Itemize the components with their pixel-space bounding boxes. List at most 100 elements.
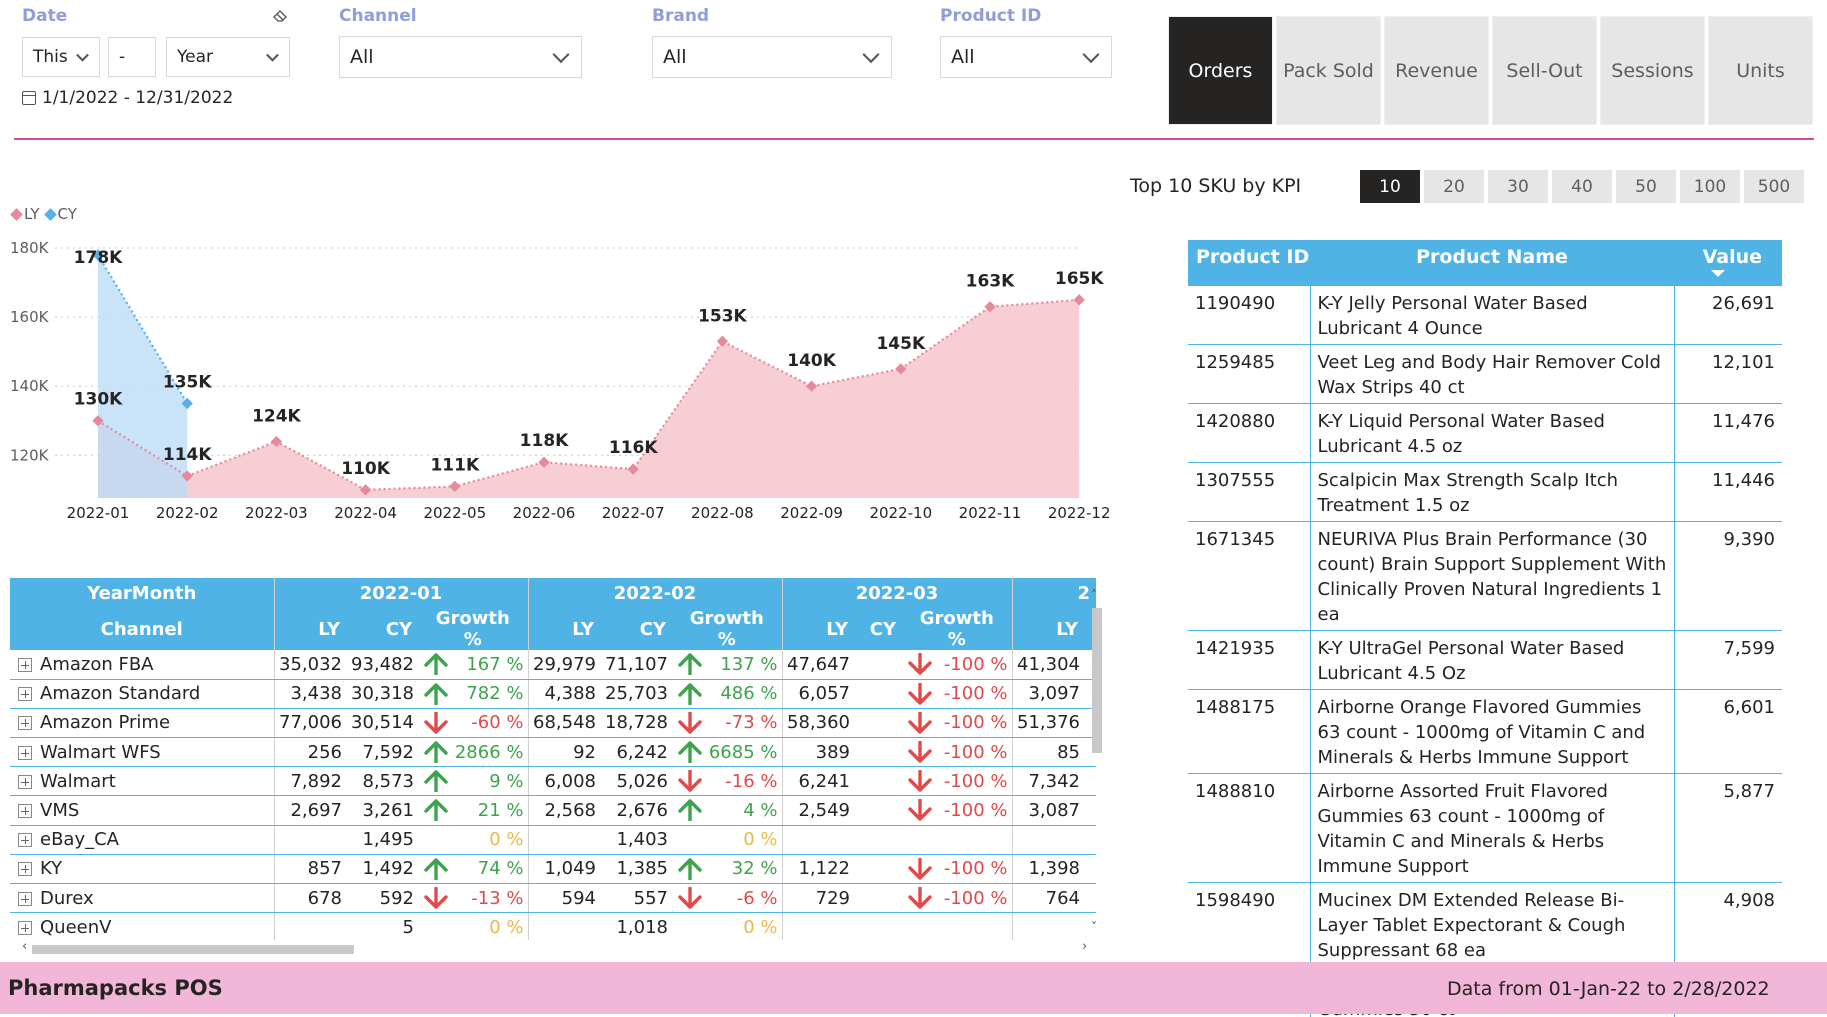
matrix-header-measure[interactable]: CY: [600, 608, 672, 650]
matrix-header-month[interactable]: 2022-01: [274, 578, 529, 608]
matrix-channel-cell[interactable]: Durex: [10, 883, 275, 914]
matrix-header-measure[interactable]: LY: [528, 608, 600, 650]
sku-product-name: K-Y Liquid Personal Water Based Lubrican…: [1310, 403, 1675, 463]
sku-row[interactable]: 1671345 NEURIVA Plus Brain Performance (3…: [1188, 521, 1782, 631]
matrix-channel-cell[interactable]: Amazon FBA: [10, 650, 275, 680]
scroll-right-icon[interactable]: ›: [1082, 939, 1087, 954]
sku-row[interactable]: 1190490 K-Y Jelly Personal Water Based Lu…: [1188, 286, 1782, 345]
matrix-row[interactable]: KY 857 1,492 74 % 1,049 1,385 32 % 1,122 -100 % 1…: [10, 854, 1096, 885]
channel-dropdown[interactable]: All: [339, 36, 582, 78]
expand-plus-icon[interactable]: [18, 745, 32, 760]
expand-plus-icon[interactable]: [18, 804, 32, 819]
sku-row[interactable]: 1259485 Veet Leg and Body Hair Remover Co…: [1188, 344, 1782, 404]
expand-plus-icon[interactable]: [18, 862, 32, 877]
kpi-tab-orders[interactable]: Orders: [1168, 16, 1273, 125]
sku-header-value[interactable]: Value: [1674, 240, 1782, 286]
date-relative-dropdown[interactable]: This: [22, 37, 100, 77]
channel-label: VMS: [40, 800, 80, 822]
matrix-channel-cell[interactable]: Amazon Standard: [10, 679, 275, 709]
clear-filter-icon[interactable]: [272, 8, 288, 22]
scroll-down-icon[interactable]: ˅: [1091, 920, 1097, 934]
matrix-header-measure[interactable]: Growth %: [418, 608, 529, 650]
arrow-up-icon: [678, 741, 702, 764]
top-n-option-10[interactable]: 10: [1360, 170, 1420, 203]
sku-row[interactable]: 1598490 Mucinex DM Extended Release Bi-La…: [1188, 882, 1782, 967]
matrix-header-month[interactable]: 2022-02: [528, 578, 783, 608]
matrix-row[interactable]: Walmart 7,892 8,573 9 % 6,008 5,026 -16 % 6,241…: [10, 766, 1096, 797]
date-count-input[interactable]: -: [108, 37, 156, 77]
matrix-channel-cell[interactable]: Walmart WFS: [10, 737, 275, 768]
sku-row[interactable]: 1420880 K-Y Liquid Personal Water Based L…: [1188, 403, 1782, 463]
matrix-row[interactable]: VMS 2,697 3,261 21 % 2,568 2,676 4 % 2,549 -100 …: [10, 795, 1096, 826]
top-n-option-20[interactable]: 20: [1424, 170, 1484, 203]
matrix-row[interactable]: QueenV 5 0 % 1,018 0 %: [10, 912, 1096, 940]
matrix-header-measure[interactable]: LY: [274, 608, 346, 650]
matrix-channel-cell[interactable]: VMS: [10, 795, 275, 826]
matrix-header-measure[interactable]: Growth %: [672, 608, 783, 650]
expand-plus-icon[interactable]: [18, 687, 32, 702]
brand-dropdown[interactable]: All: [652, 36, 892, 78]
scrollbar-thumb[interactable]: [32, 945, 354, 954]
top-n-label: 500: [1757, 176, 1791, 197]
matrix-header-channel[interactable]: Channel: [10, 608, 275, 650]
growth-value: 9 %: [489, 770, 524, 792]
sku-header-product-name[interactable]: Product Name: [1310, 240, 1674, 286]
top-n-option-500[interactable]: 500: [1744, 170, 1804, 203]
matrix-header-measure[interactable]: LY: [1012, 608, 1084, 650]
expand-plus-icon[interactable]: [18, 716, 32, 731]
matrix-row[interactable]: Amazon Prime 77,006 30,514 -60 % 68,548 18,72…: [10, 708, 1096, 739]
kpi-tab-units[interactable]: Units: [1708, 16, 1813, 125]
top-n-option-40[interactable]: 40: [1552, 170, 1612, 203]
growth-cell: -100 %: [902, 883, 1013, 914]
matrix-row[interactable]: Amazon FBA 35,032 93,482 167 % 29,979 71,107 1…: [10, 650, 1096, 680]
matrix-channel-cell[interactable]: QueenV: [10, 912, 275, 940]
matrix-header-month[interactable]: 2022-03: [782, 578, 1013, 608]
expand-plus-icon[interactable]: [18, 833, 32, 848]
sku-product-name: Veet Leg and Body Hair Remover Cold Wax …: [1310, 344, 1675, 404]
matrix-header-measure[interactable]: Growth %: [902, 608, 1013, 650]
top-n-option-50[interactable]: 50: [1616, 170, 1676, 203]
date-unit-value: Year: [177, 47, 213, 67]
matrix-value-cell: [854, 825, 902, 855]
matrix-channel-cell[interactable]: Walmart: [10, 766, 275, 797]
sku-row[interactable]: 1488175 Airborne Orange Flavored Gummies …: [1188, 689, 1782, 774]
matrix-channel-cell[interactable]: eBay_CA: [10, 825, 275, 855]
sku-row[interactable]: 1307555 Scalpicin Max Strength Scalp Itch…: [1188, 462, 1782, 522]
top-n-option-100[interactable]: 100: [1680, 170, 1740, 203]
kpi-tab-pack-sold[interactable]: Pack Sold: [1276, 16, 1381, 125]
matrix-row[interactable]: Amazon Standard 3,438 30,318 782 % 4,388 25,7…: [10, 679, 1096, 709]
matrix-row[interactable]: Durex 678 592 -13 % 594 557 -6 % 729 -100 % 764: [10, 883, 1096, 914]
matrix-header-month[interactable]: 2: [1012, 578, 1096, 608]
kpi-tab-revenue[interactable]: Revenue: [1384, 16, 1489, 125]
kpi-tab-sell-out[interactable]: Sell-Out: [1492, 16, 1597, 125]
growth-value: 74 %: [477, 858, 524, 880]
matrix-horizontal-scrollbar[interactable]: ‹ ›: [10, 939, 1090, 956]
channel-label: KY: [40, 858, 63, 880]
matrix-channel-cell[interactable]: Amazon Prime: [10, 708, 275, 739]
sku-row[interactable]: 1488810 Airborne Assorted Fruit Flavored …: [1188, 773, 1782, 883]
sort-descending-icon: [1711, 270, 1725, 277]
matrix-vertical-scrollbar[interactable]: ˄ ˅: [1090, 588, 1104, 938]
date-unit-dropdown[interactable]: Year: [166, 37, 290, 77]
matrix-header-measure[interactable]: CY: [854, 608, 902, 650]
matrix-header-measure[interactable]: LY: [782, 608, 854, 650]
matrix-header-measure[interactable]: CY: [346, 608, 418, 650]
kpi-tab-sessions[interactable]: Sessions: [1600, 16, 1705, 125]
expand-plus-icon[interactable]: [18, 774, 32, 789]
sku-header-product-id[interactable]: Product ID: [1188, 240, 1310, 286]
matrix-value-cell: 592: [346, 883, 418, 914]
top-n-option-30[interactable]: 30: [1488, 170, 1548, 203]
growth-cell: -100 %: [902, 737, 1013, 768]
matrix-value-cell: [528, 825, 600, 855]
matrix-row[interactable]: eBay_CA 1,495 0 % 1,403 0 %: [10, 825, 1096, 855]
sku-row[interactable]: 1421935 K-Y UltraGel Personal Water Based…: [1188, 630, 1782, 690]
scrollbar-thumb[interactable]: [1092, 608, 1102, 753]
product-id-dropdown[interactable]: All: [940, 36, 1112, 78]
expand-plus-icon[interactable]: [18, 657, 32, 672]
expand-plus-icon[interactable]: [18, 891, 32, 906]
scroll-left-icon[interactable]: ‹: [22, 939, 27, 954]
scroll-up-icon[interactable]: ˄: [1091, 588, 1097, 602]
expand-plus-icon[interactable]: [18, 920, 32, 935]
matrix-row[interactable]: Walmart WFS 256 7,592 2866 % 92 6,242 6685 % 38…: [10, 737, 1096, 768]
matrix-channel-cell[interactable]: KY: [10, 854, 275, 885]
